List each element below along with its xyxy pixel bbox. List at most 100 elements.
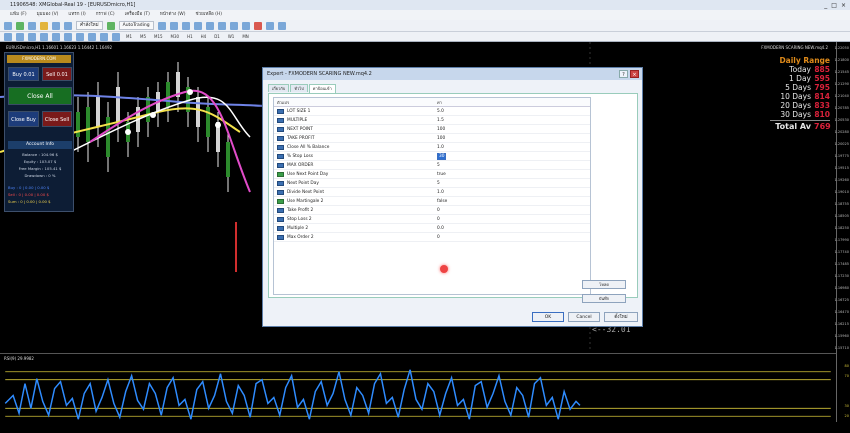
tab-common[interactable]: ทั่วไป [290,84,308,92]
parameter-value[interactable]: 0.0 [433,224,590,232]
tab-inputs[interactable]: ค่าป้อนเข้า [308,84,336,93]
terminal-icon[interactable] [64,21,72,30]
horizontal-line-icon[interactable] [40,32,48,41]
arrows-icon[interactable] [112,32,120,41]
metaeditor-icon[interactable] [106,21,115,30]
channel-icon[interactable] [64,32,72,41]
navigator-icon[interactable] [52,21,60,30]
new-chart-icon[interactable] [4,21,12,30]
parameter-name: Divide Next Point [287,189,325,195]
reset-button[interactable]: ตั้งใหม่ [604,312,638,322]
parameter-value[interactable]: 1.0 [433,143,590,151]
parameter-value[interactable]: false [433,197,590,205]
table-row[interactable]: Use Martingale 2 false [274,197,590,206]
text-tool-icon[interactable] [88,32,96,41]
autotrading-button[interactable]: AutoTrading [118,21,154,30]
daily-range-title: Daily Range [779,56,830,65]
menu-help[interactable]: ช่วยเหลือ (H) [196,10,223,20]
sell-button[interactable]: Sell 0.01 [42,67,72,81]
load-button[interactable]: โหลด [582,280,626,289]
parameter-value-editing[interactable]: 30 [436,153,447,160]
menu-file[interactable]: แฟ้ม (F) [10,10,27,20]
help-icon[interactable]: ? [619,70,628,78]
table-row[interactable]: NEXT POINT 100 [274,125,590,134]
parameter-value[interactable]: 100 [433,125,590,133]
rsi-pane[interactable] [0,353,836,433]
parameter-value[interactable]: 5 [433,161,590,169]
label-tool-icon[interactable] [100,32,108,41]
parameter-value[interactable]: true [433,170,590,178]
close-all-button[interactable]: Close All [8,87,72,105]
timeframe-w1[interactable]: W1 [226,34,237,39]
menu-insert[interactable]: แทรก (I) [68,10,85,20]
periods-icon[interactable] [265,21,274,30]
buy-button[interactable]: Buy 0.01 [8,67,39,81]
range-total-label: Total Av [775,122,811,131]
parameter-value[interactable]: 1.0 [433,188,590,196]
market-watch-icon[interactable] [28,21,36,30]
auto-scroll-icon[interactable] [241,21,250,30]
table-row[interactable]: Multiple 2 0.0 [274,224,590,233]
close-sell-button[interactable]: Close Sell [42,111,72,127]
price-label: 1.21545 [834,70,849,74]
timeframe-h1[interactable]: H1 [185,34,195,39]
line-chart-icon[interactable] [181,21,190,30]
timeframe-m5[interactable]: M5 [138,34,148,39]
new-order-button[interactable]: คำสั่งใหม่ [76,21,103,30]
timeframe-h4[interactable]: H4 [199,34,209,39]
parameter-value[interactable]: 0 [433,233,590,241]
vertical-line-icon[interactable] [28,32,36,41]
table-row[interactable]: Stop Loss 2 0 [274,215,590,224]
table-row[interactable]: LOT SIZE 1 5.0 [274,107,590,116]
profiles-icon[interactable] [16,21,24,30]
table-row[interactable]: Max Order 2 0 [274,233,590,242]
close-icon[interactable]: × [630,70,639,78]
chart-symbol-label: EURUSDmicro,H1 1.16601 1.16623 1.16442 1… [6,45,113,50]
tile-windows-icon[interactable] [217,21,226,30]
chart-shift-icon[interactable] [229,21,238,30]
table-row[interactable]: MULTIPLE 1.5 [274,116,590,125]
parameter-value[interactable]: 5 [433,179,590,187]
table-row[interactable]: Take Profit 2 0 [274,206,590,215]
save-button[interactable]: บันทึก [582,294,626,303]
fibonacci-icon[interactable] [76,32,84,41]
parameter-value[interactable]: 0 [433,215,590,223]
parameter-value[interactable]: 1.5 [433,116,590,124]
price-label: 1.21040 [834,94,849,98]
timeframe-mn[interactable]: MN [240,34,250,39]
timeframe-d1[interactable]: D1 [212,34,222,39]
indicators-icon[interactable] [253,21,262,30]
timeframe-m15[interactable]: M15 [152,34,165,39]
ok-button[interactable]: OK [532,312,564,322]
menu-tools[interactable]: เครื่องมือ (T) [125,10,150,20]
cancel-button[interactable]: Cancel [568,312,600,322]
menu-window[interactable]: หน้าต่าง (W) [160,10,186,20]
signal-dot [150,112,156,118]
zoom-in-icon[interactable] [193,21,202,30]
menu-charts[interactable]: กราฟ (C) [96,10,115,20]
trendline-icon[interactable] [52,32,60,41]
data-window-icon[interactable] [40,21,48,30]
table-row[interactable]: Close All % Balance 1.0 [274,143,590,152]
price-label: 1.20785 [834,106,849,110]
close-buy-button[interactable]: Close Buy [8,111,39,127]
timeframe-m30[interactable]: M30 [169,34,182,39]
account-info-title: Account Info [8,141,72,149]
parameter-value[interactable]: 0 [433,206,590,214]
parameter-name: MAX ORDER [287,162,314,168]
range-row: 5 Days 795 [766,83,830,92]
templates-icon[interactable] [277,21,286,30]
tab-about[interactable]: เกี่ยวกับ [268,84,290,92]
bar-chart-icon[interactable] [157,21,166,30]
parameter-value[interactable]: 5.0 [433,107,590,115]
crosshair-icon[interactable] [16,32,24,41]
candlestick-icon[interactable] [169,21,178,30]
parameter-value[interactable]: 100 [433,134,590,142]
timeframe-m1[interactable]: M1 [124,34,134,39]
cursor-icon[interactable] [4,32,12,41]
price-label: 1.22050 [834,46,849,50]
zoom-out-icon[interactable] [205,21,214,30]
menu-view[interactable]: มุมมอง (V) [37,10,59,20]
table-row-selected[interactable]: % Stop Loss 30 [274,152,590,161]
table-row[interactable]: Use Next Point Day true [274,170,590,179]
